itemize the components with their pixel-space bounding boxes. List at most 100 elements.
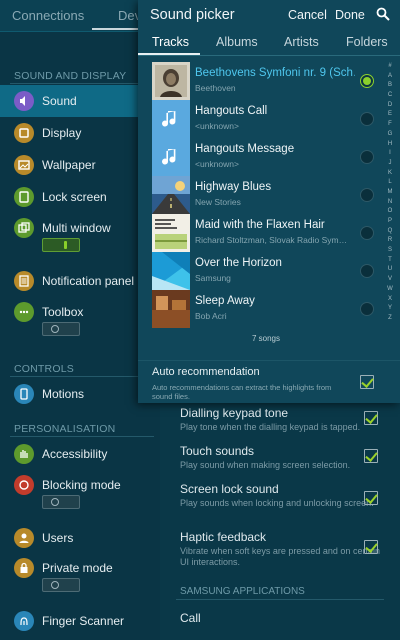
setting-touch-sounds[interactable]: Touch sounds Play sound when making scre… <box>180 444 380 471</box>
alphabet-index-letter[interactable]: V <box>385 275 395 285</box>
menu-item-users[interactable]: Users <box>0 522 160 554</box>
menu-item-blocking-mode[interactable]: Blocking mode <box>0 469 160 501</box>
menu-item-label: Users <box>42 531 74 545</box>
alphabet-index-letter[interactable]: J <box>385 159 395 169</box>
screen-lock-sound-checkbox[interactable] <box>364 491 378 505</box>
picker-header: Sound picker Cancel Done <box>138 0 400 30</box>
tab-albums[interactable]: Albums <box>216 35 258 49</box>
setting-haptic-feedback[interactable]: Haptic feedback Vibrate when soft keys a… <box>180 530 380 568</box>
tab-artists[interactable]: Artists <box>284 35 319 49</box>
setting-dialling-keypad-tone[interactable]: Dialling keypad tone Play tone when the … <box>180 406 380 433</box>
list-item[interactable]: Maid with the Flaxen Hair Richard Stoltz… <box>138 214 400 252</box>
alphabet-index-letter[interactable]: P <box>385 217 395 227</box>
alphabet-index-letter[interactable]: I <box>385 149 395 159</box>
alphabet-index-letter[interactable]: Y <box>385 304 395 314</box>
alphabet-index-letter[interactable]: B <box>385 81 395 91</box>
menu-item-motions[interactable]: Motions <box>0 378 160 410</box>
setting-screen-lock-sound[interactable]: Screen lock sound Play sounds when locki… <box>180 482 380 509</box>
alphabet-index-letter[interactable]: L <box>385 178 395 188</box>
alphabet-index-scrollbar[interactable]: # A B C D E F G H I J K L M N O P Q R S T U V W X Y Z <box>385 62 395 324</box>
alphabet-index-letter[interactable]: E <box>385 110 395 120</box>
notification-panel-icon <box>14 271 34 291</box>
song-count: 7 songs <box>251 334 281 343</box>
picker-tabs: Tracks Albums Artists Folders <box>138 30 400 56</box>
list-item[interactable]: Highway Blues New Stories <box>138 176 400 214</box>
track-radio[interactable] <box>360 150 374 164</box>
alphabet-index-letter[interactable]: K <box>385 169 395 179</box>
track-title: Over the Horizon <box>195 257 282 269</box>
lock-screen-icon <box>14 187 34 207</box>
menu-item-label: Blocking mode <box>42 478 121 492</box>
music-note-icon <box>152 100 190 138</box>
menu-item-accessibility[interactable]: Accessibility <box>0 438 160 470</box>
menu-item-lock-screen[interactable]: Lock screen <box>0 181 160 213</box>
menu-item-wallpaper[interactable]: Wallpaper <box>0 149 160 181</box>
track-title: Hangouts Message <box>195 143 295 155</box>
track-radio[interactable] <box>360 264 374 278</box>
alphabet-index-letter[interactable]: X <box>385 295 395 305</box>
menu-item-finger-scanner[interactable]: Finger Scanner <box>0 605 160 637</box>
setting-call[interactable]: Call <box>180 611 201 625</box>
blocking-mode-toggle[interactable] <box>42 495 80 509</box>
track-radio[interactable] <box>360 302 374 316</box>
setting-description: Play sound when making screen selection. <box>180 460 351 470</box>
private-mode-toggle[interactable] <box>42 578 80 592</box>
alphabet-index-letter[interactable]: Q <box>385 227 395 237</box>
setting-title: Touch sounds <box>180 444 255 458</box>
track-radio[interactable] <box>360 74 374 88</box>
list-item[interactable]: Beethovens Symfoni nr. 9 (Sch… Beethoven <box>138 62 400 100</box>
search-icon[interactable] <box>376 7 390 21</box>
album-art-horizon <box>152 252 190 290</box>
menu-item-sound[interactable]: Sound <box>0 85 160 117</box>
list-item[interactable]: Hangouts Message <unknown> <box>138 138 400 176</box>
touch-sounds-checkbox[interactable] <box>364 449 378 463</box>
alphabet-index-letter[interactable]: U <box>385 265 395 275</box>
motions-icon <box>14 384 34 404</box>
alphabet-index-letter[interactable]: R <box>385 236 395 246</box>
setting-description: Vibrate when soft keys are pressed and o… <box>180 546 380 567</box>
list-item[interactable]: Sleep Away Bob Acri <box>138 290 400 328</box>
alphabet-index-letter[interactable]: T <box>385 256 395 266</box>
alphabet-index-letter[interactable]: # <box>385 62 395 72</box>
haptic-feedback-checkbox[interactable] <box>364 540 378 554</box>
alphabet-index-letter[interactable]: O <box>385 207 395 217</box>
menu-item-private-mode[interactable]: Private mode <box>0 552 160 584</box>
alphabet-index-letter[interactable]: N <box>385 198 395 208</box>
alphabet-index-letter[interactable]: Z <box>385 314 395 324</box>
alphabet-index-letter[interactable]: G <box>385 130 395 140</box>
multi-window-toggle[interactable] <box>42 238 80 252</box>
tab-folders[interactable]: Folders <box>346 35 388 49</box>
track-radio[interactable] <box>360 226 374 240</box>
track-radio[interactable] <box>360 112 374 126</box>
menu-item-display[interactable]: Display <box>0 117 160 149</box>
alphabet-index-letter[interactable]: M <box>385 188 395 198</box>
alphabet-index-letter[interactable]: A <box>385 72 395 82</box>
alphabet-index-letter[interactable]: W <box>385 285 395 295</box>
tab-tracks[interactable]: Tracks <box>152 35 189 49</box>
track-radio[interactable] <box>360 188 374 202</box>
toolbox-toggle[interactable] <box>42 322 80 336</box>
alphabet-index-letter[interactable]: S <box>385 246 395 256</box>
tab-connections[interactable]: Connections <box>12 8 84 23</box>
list-item[interactable]: Hangouts Call <unknown> <box>138 100 400 138</box>
alphabet-index-letter[interactable]: F <box>385 120 395 130</box>
menu-item-label: Notification panel <box>42 274 135 288</box>
blocking-mode-icon <box>14 475 34 495</box>
dialling-keypad-tone-checkbox[interactable] <box>364 411 378 425</box>
menu-item-toolbox[interactable]: Toolbox <box>0 296 160 328</box>
auto-recommendation-checkbox[interactable] <box>360 375 374 389</box>
list-item[interactable]: Over the Horizon Samsung <box>138 252 400 290</box>
alphabet-index-letter[interactable]: H <box>385 140 395 150</box>
menu-item-multi-window[interactable]: Multi window <box>0 212 160 244</box>
track-artist: Samsung <box>195 273 231 283</box>
track-title: Hangouts Call <box>195 105 268 117</box>
alphabet-index-letter[interactable]: D <box>385 101 395 111</box>
menu-item-notification-panel[interactable]: Notification panel <box>0 265 160 297</box>
auto-recommendation-row[interactable]: Auto recommendation Auto recommendations… <box>138 360 400 403</box>
active-tab-indicator <box>138 53 200 55</box>
done-button[interactable]: Done <box>335 8 365 22</box>
menu-item-label: Lock screen <box>42 190 107 204</box>
alphabet-index-letter[interactable]: C <box>385 91 395 101</box>
cancel-button[interactable]: Cancel <box>288 8 327 22</box>
track-artist: New Stories <box>195 197 241 207</box>
